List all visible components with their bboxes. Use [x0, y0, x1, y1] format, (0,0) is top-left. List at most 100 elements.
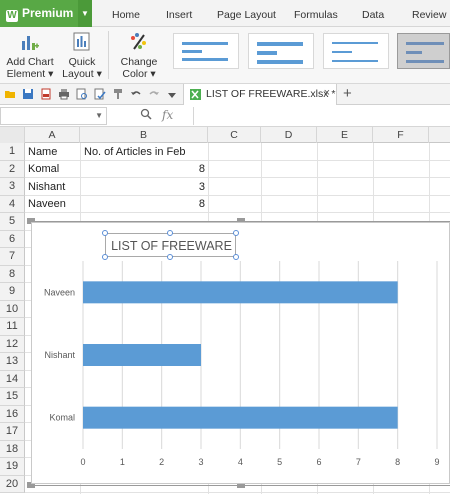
add-chart-element-button[interactable]: Add Chart Element ▾: [4, 27, 56, 80]
x-tick-label: 2: [159, 457, 164, 467]
tab-review[interactable]: Review: [412, 0, 446, 27]
row-header-1[interactable]: 1: [0, 143, 25, 161]
chart-plot: 0 1 2 3 4 5 6 7 8 9 Komal Nishant Naveen: [44, 261, 440, 467]
print-preview-icon[interactable]: [76, 88, 88, 100]
x-tick-label: 8: [395, 457, 400, 467]
quick-layout-label-1: Quick: [68, 56, 96, 68]
chart-style-thumb-2[interactable]: [248, 33, 314, 69]
close-tab-icon[interactable]: ×: [324, 87, 330, 99]
title-handle[interactable]: [167, 230, 173, 236]
y-category-label: Komal: [49, 413, 75, 423]
new-tab-icon[interactable]: +: [343, 84, 352, 104]
title-handle[interactable]: [233, 230, 239, 236]
row-header-18[interactable]: 18: [0, 440, 25, 458]
row-header-14[interactable]: 14: [0, 370, 25, 388]
row-header-15[interactable]: 15: [0, 388, 25, 406]
cell-b2[interactable]: 8: [84, 161, 205, 178]
row-header-20[interactable]: 20: [0, 475, 25, 493]
redo-icon[interactable]: [148, 88, 160, 100]
document-tab-label: LIST OF FREEWARE.xlsx *: [206, 88, 336, 100]
change-color-label-2: Color ▾: [122, 68, 156, 80]
name-box-dropdown-icon[interactable]: ▼: [95, 111, 103, 120]
column-header-b[interactable]: B: [80, 127, 208, 143]
cell-b1[interactable]: No. of Articles in Feb: [84, 144, 206, 161]
grid-line: [25, 492, 450, 493]
x-tick-label: 0: [80, 457, 85, 467]
quick-layout-label-2: Layout ▾: [62, 68, 102, 80]
quick-layout-button[interactable]: Quick Layout ▾: [60, 27, 104, 80]
x-tick-label: 9: [434, 457, 439, 467]
row-header-12[interactable]: 12: [0, 335, 25, 353]
cell-a4[interactable]: Naveen: [28, 196, 78, 213]
x-tick-label: 4: [238, 457, 243, 467]
tab-formulas[interactable]: Formulas: [294, 0, 338, 27]
title-handle[interactable]: [167, 254, 173, 260]
cell-b4[interactable]: 8: [84, 196, 205, 213]
tab-insert[interactable]: Insert: [166, 0, 192, 27]
cell-a1[interactable]: Name: [28, 144, 78, 161]
row-header-16[interactable]: 16: [0, 405, 25, 423]
print-icon[interactable]: [58, 88, 70, 100]
ribbon: Add Chart Element ▾ Quick Layout ▾ Chang…: [0, 27, 450, 84]
column-header-bar: A B C D E F: [0, 127, 450, 143]
title-handle[interactable]: [102, 254, 108, 260]
row-header-10[interactable]: 10: [0, 300, 25, 318]
x-tick-label: 1: [120, 457, 125, 467]
title-handle[interactable]: [233, 254, 239, 260]
tab-page-layout[interactable]: Page Layout: [217, 0, 276, 27]
chart-style-thumb-3[interactable]: [323, 33, 389, 69]
row-header-8[interactable]: 8: [0, 265, 25, 283]
premium-dropdown-icon[interactable]: ▼: [78, 0, 92, 27]
x-tick-label: 5: [277, 457, 282, 467]
cell-b3[interactable]: 3: [84, 179, 205, 196]
row-header-19[interactable]: 19: [0, 458, 25, 476]
change-color-label-1: Change: [120, 56, 158, 68]
tab-data[interactable]: Data: [362, 0, 384, 27]
spell-check-icon[interactable]: [94, 88, 106, 100]
row-header-13[interactable]: 13: [0, 353, 25, 371]
row-header-17[interactable]: 17: [0, 423, 25, 441]
name-box[interactable]: ▼: [0, 107, 107, 125]
column-header-a[interactable]: A: [25, 127, 80, 143]
row-header-6[interactable]: 6: [0, 230, 25, 248]
bar-chart[interactable]: 0 1 2 3 4 5 6 7 8 9 Komal Nishant Naveen LIST OF FRE…: [31, 222, 450, 484]
qat-more-icon[interactable]: [168, 90, 176, 98]
tab-home[interactable]: Home: [112, 0, 140, 27]
row-header-4[interactable]: 4: [0, 195, 25, 213]
column-header-c[interactable]: C: [208, 127, 261, 143]
chart-style-thumb-1[interactable]: [173, 33, 239, 69]
quick-access-toolbar: LIST OF FREEWARE.xlsx * × +: [0, 84, 450, 105]
row-header-7[interactable]: 7: [0, 248, 25, 266]
premium-button[interactable]: W Premium ▼: [0, 0, 92, 27]
open-folder-icon[interactable]: [4, 88, 16, 100]
x-tick-label: 3: [198, 457, 203, 467]
row-header-3[interactable]: 3: [0, 178, 25, 196]
column-header-d[interactable]: D: [261, 127, 317, 143]
row-header-5[interactable]: 5: [0, 213, 25, 231]
column-header-f[interactable]: F: [373, 127, 429, 143]
title-handle[interactable]: [102, 230, 108, 236]
cell-a3[interactable]: Nishant: [28, 179, 78, 196]
add-chart-element-label-2: Element ▾: [6, 68, 54, 80]
chart-style-thumb-4[interactable]: [397, 33, 450, 69]
fx-icon[interactable]: fx: [162, 108, 173, 122]
format-painter-icon[interactable]: [112, 88, 124, 100]
select-all-corner[interactable]: [0, 127, 25, 143]
y-category-label: Naveen: [44, 287, 75, 297]
row-header-11[interactable]: 11: [0, 318, 25, 336]
document-tab[interactable]: LIST OF FREEWARE.xlsx * ×: [183, 84, 337, 105]
spreadsheet-file-icon: [189, 88, 202, 104]
row-header-2[interactable]: 2: [0, 160, 25, 178]
bar-naveen: [83, 281, 398, 304]
formula-bar: ▼ fx: [0, 105, 450, 127]
undo-icon[interactable]: [130, 88, 142, 100]
row-header-9[interactable]: 9: [0, 283, 25, 301]
chart-element-icon: [19, 31, 41, 53]
export-pdf-icon[interactable]: [40, 88, 52, 100]
column-header-e[interactable]: E: [317, 127, 373, 143]
palette-icon: [128, 31, 150, 53]
zoom-icon[interactable]: [140, 108, 152, 123]
change-color-button[interactable]: Change Color ▾: [116, 27, 162, 80]
cell-a2[interactable]: Komal: [28, 161, 78, 178]
save-icon[interactable]: [22, 88, 34, 100]
